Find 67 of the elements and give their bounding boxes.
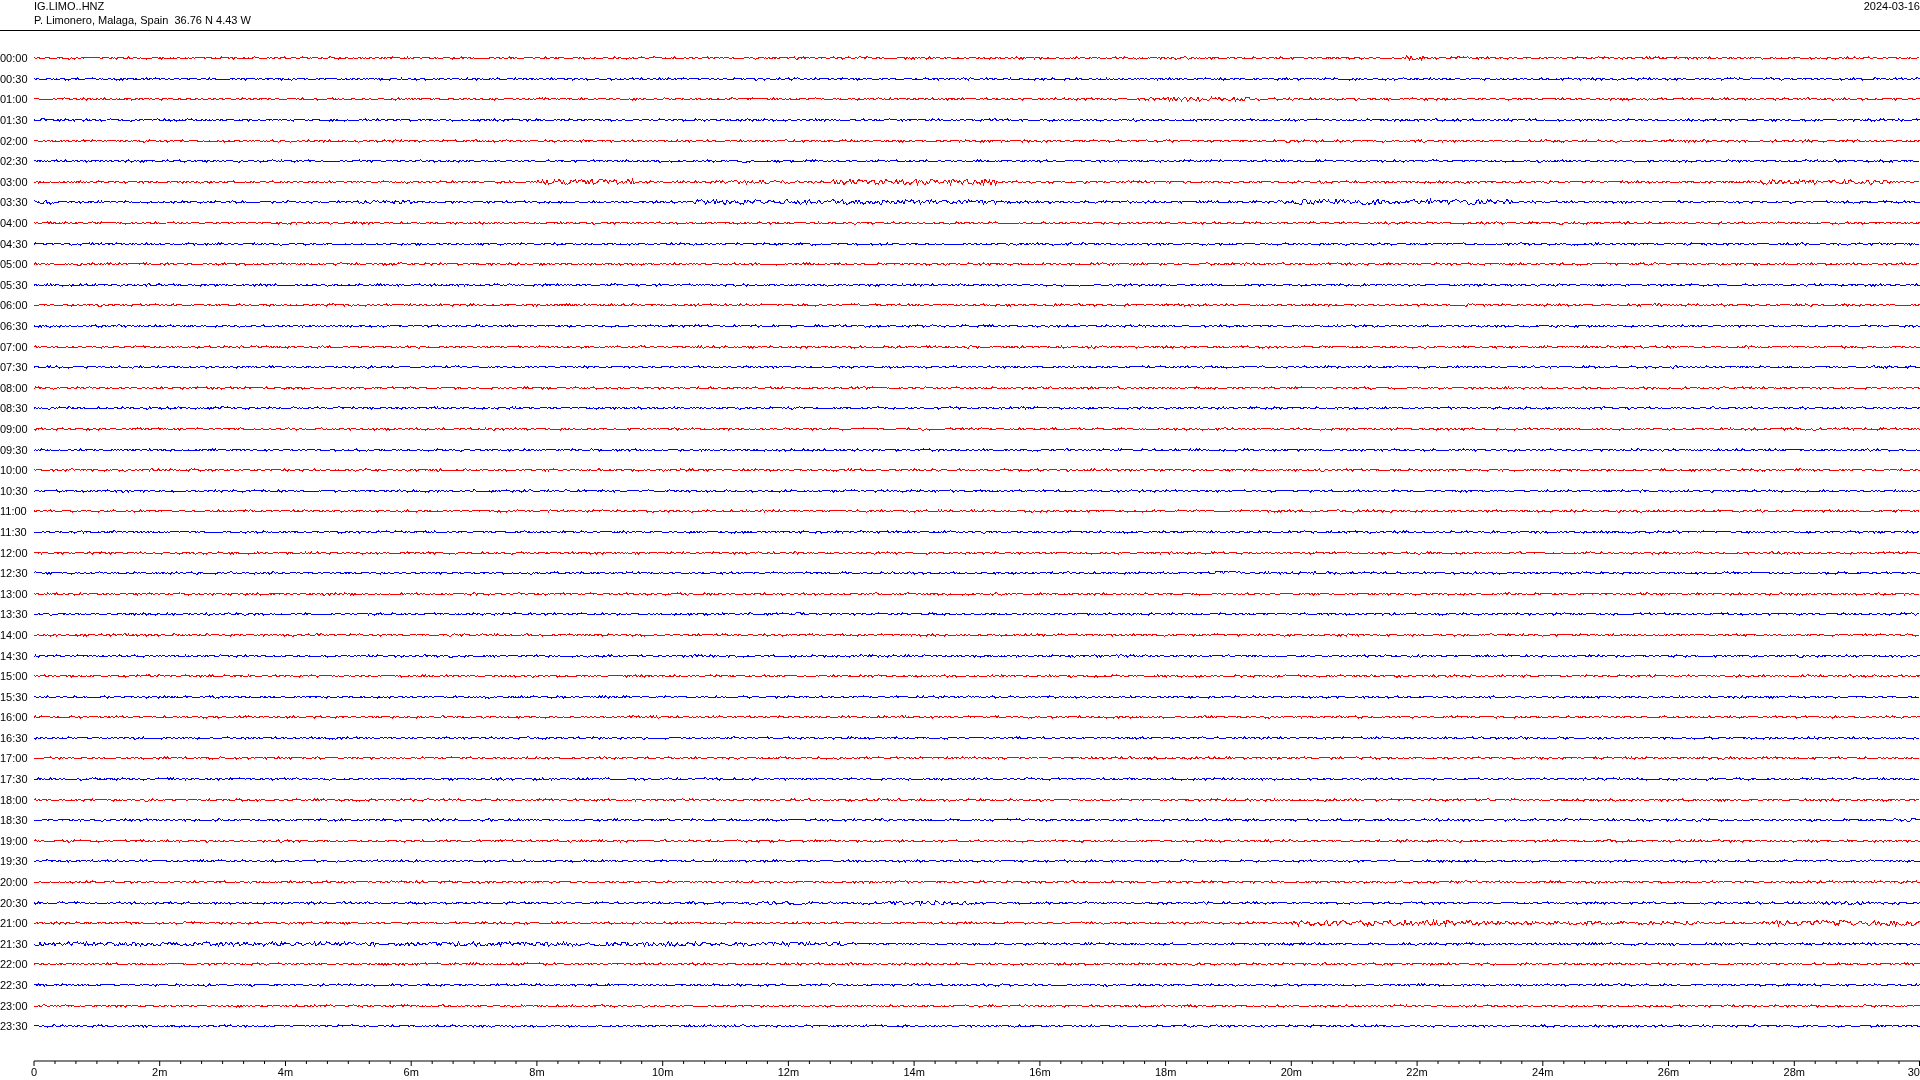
time-label: 19:30 bbox=[0, 855, 29, 868]
time-label: 02:00 bbox=[0, 134, 29, 147]
time-label: 13:00 bbox=[0, 587, 29, 600]
time-label: 18:00 bbox=[0, 793, 29, 806]
axis-tick-label: 0 bbox=[31, 1066, 38, 1078]
time-label: 12:00 bbox=[0, 546, 29, 559]
axis-tick-label: 4m bbox=[277, 1066, 294, 1078]
time-label: 22:00 bbox=[0, 958, 29, 971]
time-label: 09:00 bbox=[0, 423, 29, 435]
time-label: 15:00 bbox=[0, 670, 29, 683]
axis-tick-label: 22m bbox=[1406, 1066, 1428, 1078]
time-label: 12:30 bbox=[0, 567, 29, 580]
time-label: 18:30 bbox=[0, 814, 29, 827]
axis-tick-label: 18m bbox=[1154, 1066, 1177, 1078]
time-label: 07:30 bbox=[0, 361, 29, 374]
axis-tick-label: 10m bbox=[651, 1066, 674, 1078]
axis-tick-label: 12m bbox=[777, 1066, 800, 1078]
time-label: 21:30 bbox=[0, 937, 29, 950]
time-label: 09:30 bbox=[0, 443, 29, 456]
time-label: 00:00 bbox=[0, 52, 29, 65]
axis-tick-label: 8m bbox=[529, 1066, 545, 1078]
time-label: 15:30 bbox=[0, 690, 29, 703]
axis-tick-label: 26m bbox=[1657, 1066, 1680, 1078]
time-label: 01:30 bbox=[0, 114, 29, 127]
station-code: IG.LIMO..HNZ bbox=[34, 0, 105, 12]
axis-tick-label: 28m bbox=[1783, 1066, 1805, 1078]
time-label: 17:30 bbox=[0, 773, 29, 786]
time-label: 17:00 bbox=[0, 752, 29, 765]
time-label: 07:00 bbox=[0, 340, 29, 353]
axis-tick-label: 6m bbox=[403, 1066, 419, 1078]
time-label: 03:00 bbox=[0, 175, 29, 188]
time-label: 10:30 bbox=[0, 484, 29, 497]
time-label: 10:00 bbox=[0, 464, 29, 477]
time-label: 00:30 bbox=[0, 72, 29, 85]
time-label: 23:00 bbox=[0, 999, 29, 1012]
axis-tick-label: 2m bbox=[152, 1066, 168, 1078]
time-label: 19:00 bbox=[0, 834, 29, 847]
time-label: 11:30 bbox=[0, 525, 28, 538]
time-label: 16:00 bbox=[0, 711, 29, 724]
time-label: 02:30 bbox=[0, 155, 29, 168]
time-label: 20:00 bbox=[0, 876, 29, 889]
time-label: 04:30 bbox=[0, 237, 29, 250]
time-label: 08:00 bbox=[0, 381, 29, 394]
time-label: 14:00 bbox=[0, 628, 29, 641]
axis-tick-label: 20m bbox=[1280, 1066, 1303, 1078]
time-label: 04:00 bbox=[0, 217, 29, 230]
time-label: 05:00 bbox=[0, 258, 29, 271]
time-label: 06:00 bbox=[0, 299, 29, 312]
axis-tick-label: 16m bbox=[1029, 1066, 1051, 1078]
time-label: 22:30 bbox=[0, 979, 29, 991]
time-label: 14:30 bbox=[0, 649, 29, 662]
axis-tick-label: 30 bbox=[1907, 1066, 1920, 1078]
time-label: 21:00 bbox=[0, 917, 29, 930]
time-label: 06:30 bbox=[0, 320, 29, 332]
station-location: P. Limonero, Malaga, Spain 36.76 N 4.43 W bbox=[34, 14, 251, 26]
axis-tick-label: 14m bbox=[903, 1066, 925, 1078]
axis-tick-label: 24m bbox=[1532, 1066, 1554, 1078]
time-label: 08:30 bbox=[0, 402, 29, 415]
time-label: 16:30 bbox=[0, 731, 29, 744]
time-label: 05:30 bbox=[0, 278, 29, 291]
time-label: 20:30 bbox=[0, 896, 29, 909]
time-label: 13:30 bbox=[0, 608, 29, 621]
time-label: 11:00 bbox=[0, 505, 28, 518]
time-label: 03:30 bbox=[0, 196, 29, 209]
time-label: 23:30 bbox=[0, 1020, 29, 1033]
time-label: 01:00 bbox=[0, 93, 29, 106]
record-date: 2024-03-16 bbox=[1863, 0, 1920, 12]
